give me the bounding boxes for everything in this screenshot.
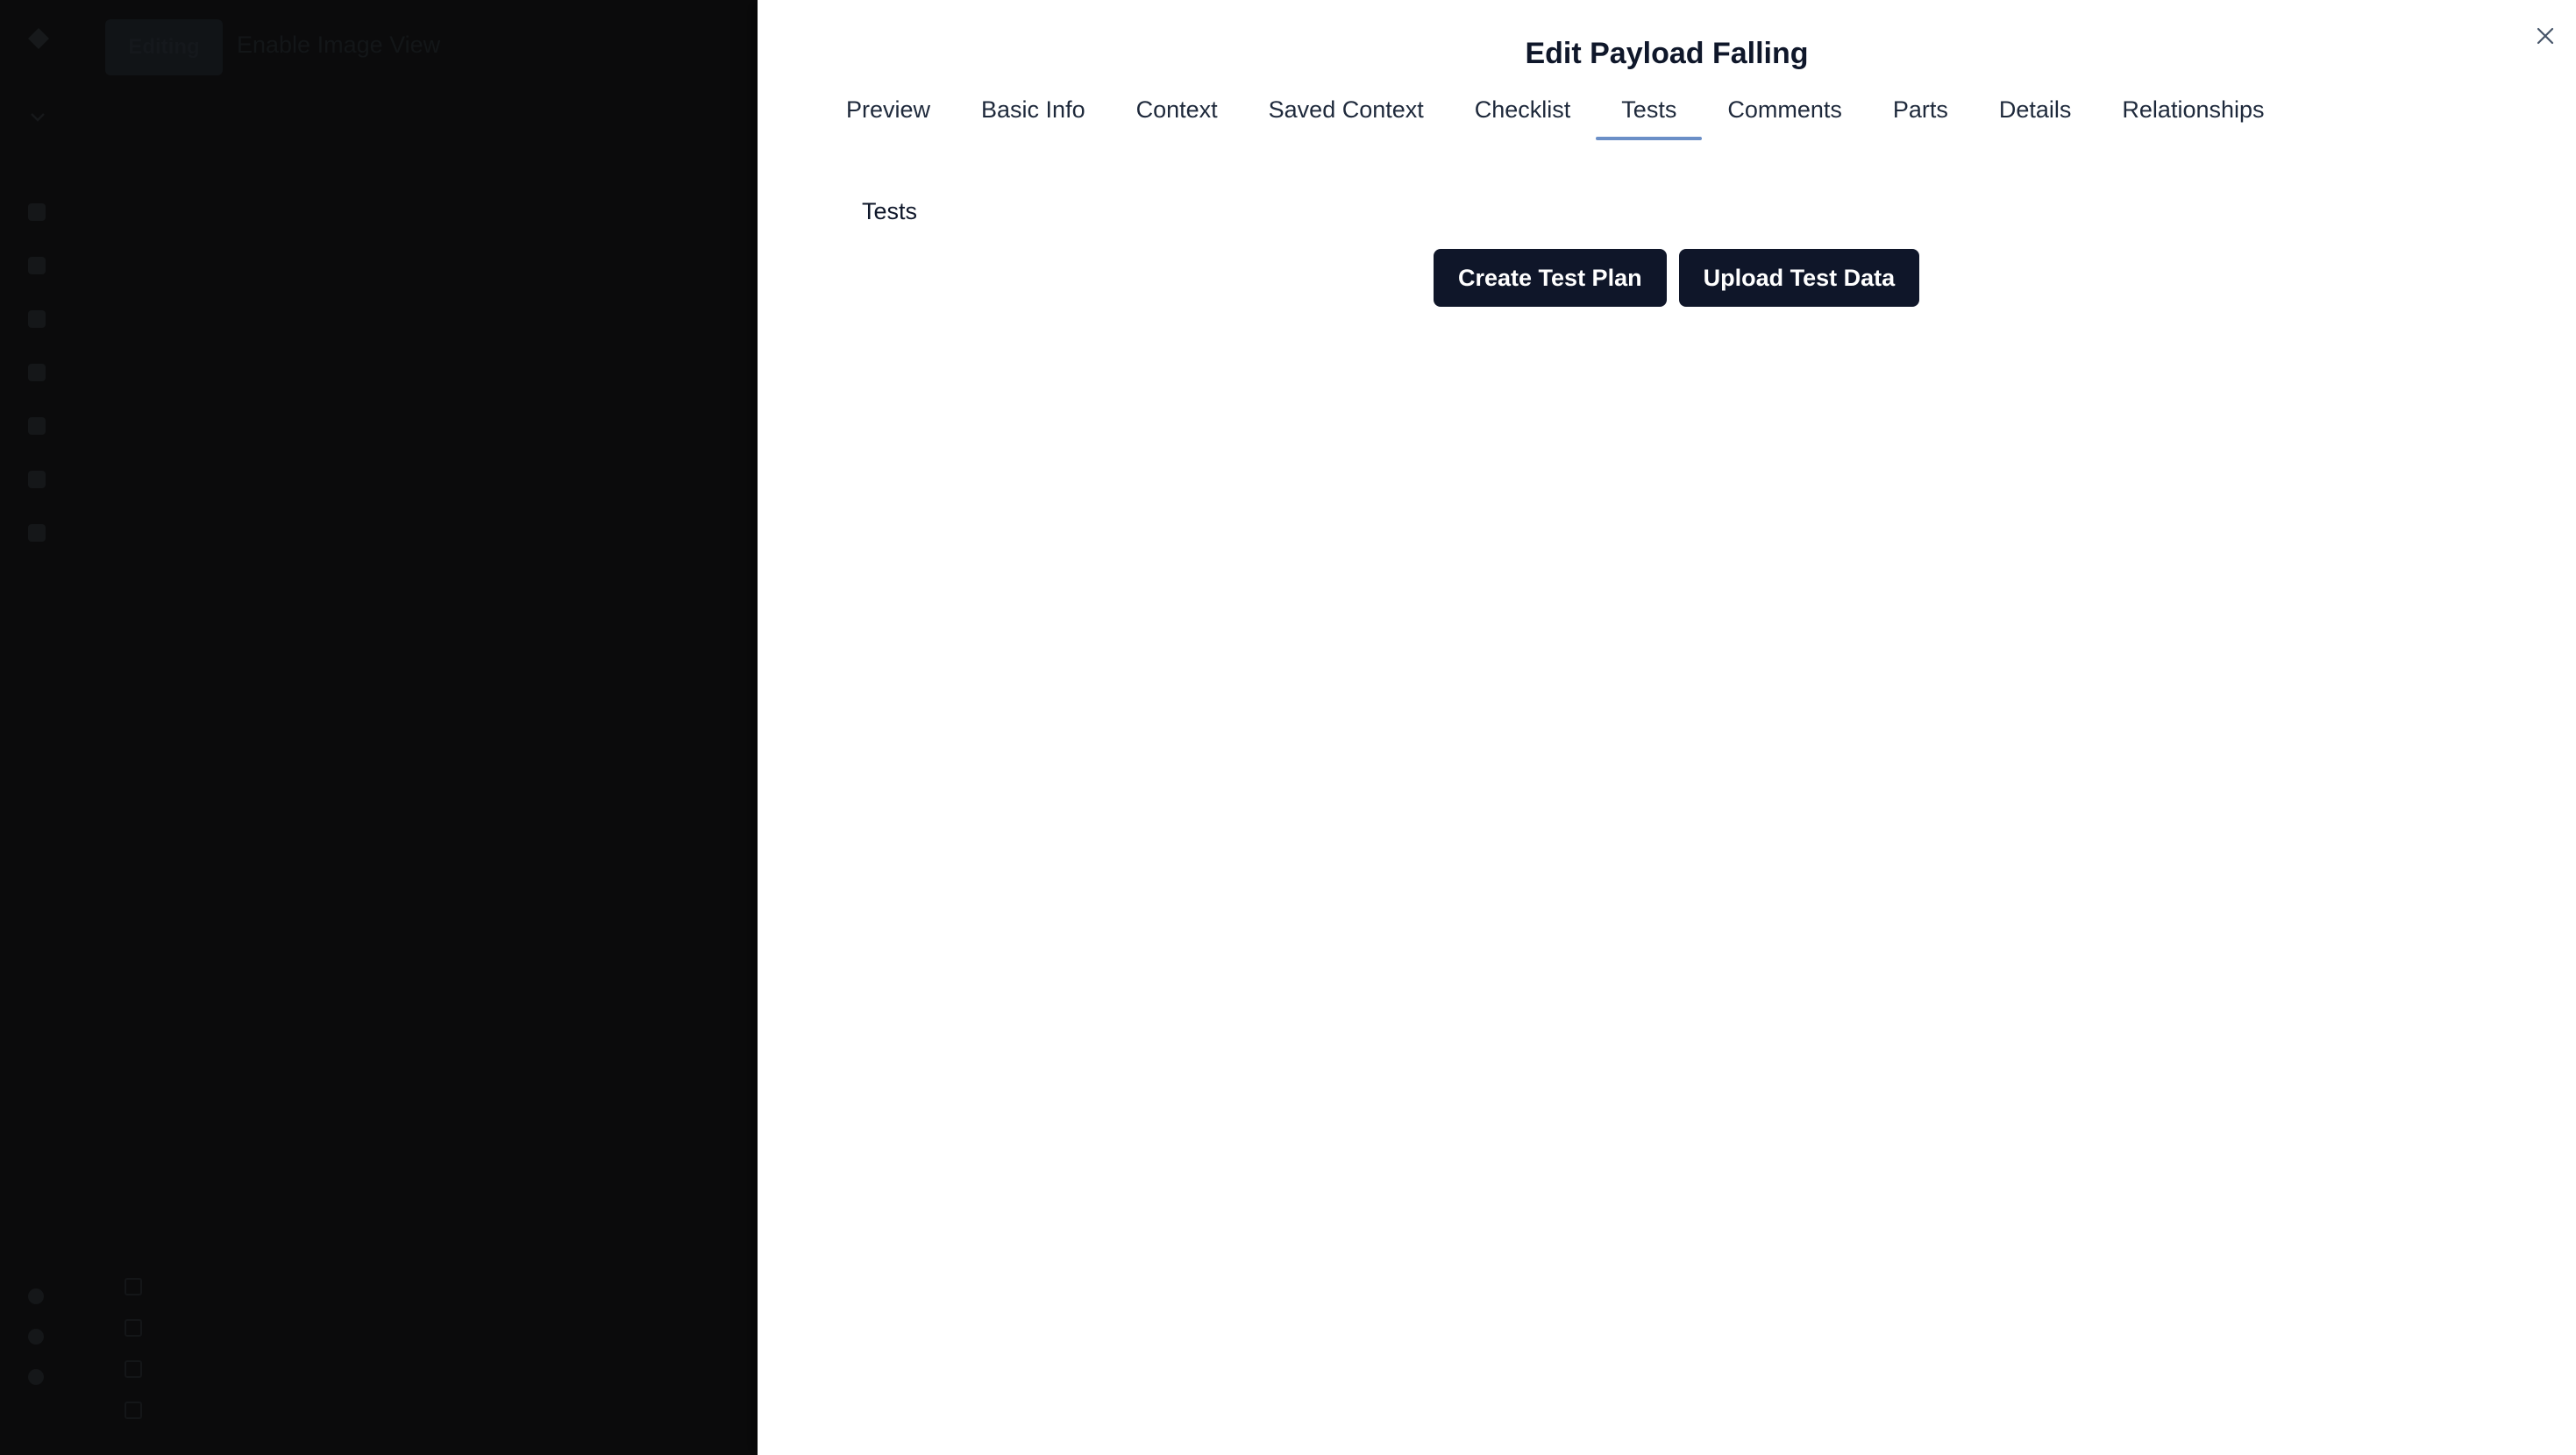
background-canvas-tools xyxy=(125,1278,146,1443)
background-sidebar-footer xyxy=(28,1288,47,1409)
tab-checklist[interactable]: Checklist xyxy=(1449,91,1597,140)
tab-tests[interactable]: Tests xyxy=(1596,91,1703,140)
upload-test-data-button[interactable]: Upload Test Data xyxy=(1678,249,1920,307)
zoom-out-icon xyxy=(125,1319,142,1337)
lock-icon xyxy=(125,1402,142,1419)
tab-basic-info[interactable]: Basic Info xyxy=(956,91,1111,140)
tools-icon xyxy=(28,364,46,381)
document-icon xyxy=(28,310,46,328)
tab-context[interactable]: Context xyxy=(1111,91,1243,140)
tab-details[interactable]: Details xyxy=(1974,91,2097,140)
tab-preview[interactable]: Preview xyxy=(821,91,956,140)
drawer-title: Edit Payload Falling xyxy=(1525,37,1809,70)
background-image-view-toggle: Enable Image View xyxy=(237,32,441,58)
logo-icon xyxy=(28,28,49,49)
logout-icon xyxy=(28,1369,44,1385)
chevron-down-icon xyxy=(31,113,45,122)
home-icon xyxy=(28,203,46,221)
fullscreen-icon xyxy=(125,1360,142,1378)
database-icon xyxy=(28,524,46,542)
tab-parts[interactable]: Parts xyxy=(1868,91,1974,140)
edit-drawer: Edit Payload Falling Preview Basic Info … xyxy=(758,0,2576,1455)
tab-comments[interactable]: Comments xyxy=(1702,91,1868,140)
list-icon xyxy=(28,257,46,274)
eye-icon xyxy=(28,417,46,435)
tab-relationships[interactable]: Relationships xyxy=(2096,91,2289,140)
help-icon xyxy=(28,1329,44,1345)
settings-icon xyxy=(28,1288,44,1304)
tab-bar: Preview Basic Info Context Saved Context… xyxy=(821,91,2290,140)
tab-saved-context[interactable]: Saved Context xyxy=(1243,91,1449,140)
chart-icon xyxy=(28,471,46,488)
background-active-tab: Editing xyxy=(105,19,223,75)
tests-actions: Create Test Plan Upload Test Data xyxy=(1434,249,1920,307)
zoom-in-icon xyxy=(125,1278,142,1295)
background-sidebar-nav xyxy=(28,203,47,578)
tests-section-heading: Tests xyxy=(862,198,918,224)
create-test-plan-button[interactable]: Create Test Plan xyxy=(1434,249,1667,307)
